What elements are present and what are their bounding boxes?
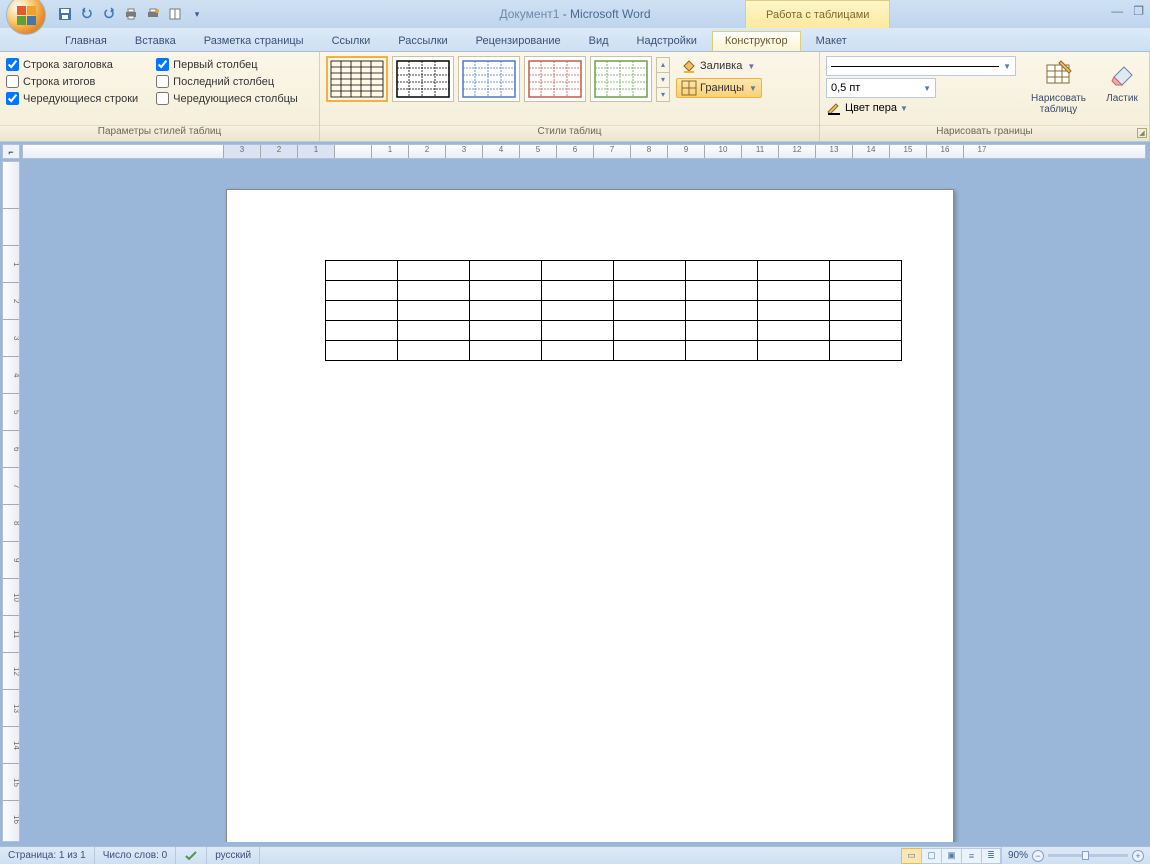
tab-home[interactable]: Главная bbox=[52, 31, 120, 51]
tab-mailings[interactable]: Рассылки bbox=[385, 31, 460, 51]
table-style-3[interactable] bbox=[458, 56, 520, 102]
document-table[interactable] bbox=[325, 260, 902, 361]
check-first-column-label: Первый столбец bbox=[173, 59, 257, 71]
check-total-row-label: Строка итогов bbox=[23, 76, 95, 88]
zoom-out-icon[interactable]: − bbox=[1032, 850, 1044, 862]
save-icon[interactable] bbox=[56, 5, 74, 23]
group-label-draw-borders: Нарисовать границы ◢ bbox=[820, 125, 1149, 141]
title-bar: ▾ Документ1 - Microsoft Word Работа с та… bbox=[0, 0, 1150, 28]
ribbon: Строка заголовка Первый столбец Строка и… bbox=[0, 52, 1150, 142]
preview-icon[interactable] bbox=[166, 5, 184, 23]
horizontal-ruler[interactable]: 3211234567891011121314151617 bbox=[22, 144, 1146, 159]
check-banded-columns[interactable]: Чередующиеся столбцы bbox=[156, 92, 298, 105]
tab-addins[interactable]: Надстройки bbox=[624, 31, 710, 51]
draw-borders-label-text: Нарисовать границы bbox=[936, 126, 1033, 137]
check-last-column-label: Последний столбец bbox=[173, 76, 274, 88]
check-banded-rows-label: Чередующиеся строки bbox=[23, 93, 138, 105]
tab-insert[interactable]: Вставка bbox=[122, 31, 189, 51]
table-style-2[interactable] bbox=[392, 56, 454, 102]
shading-button[interactable]: Заливка▼ bbox=[676, 56, 762, 76]
gallery-more-icon[interactable]: ▾ bbox=[656, 87, 670, 102]
table-style-gallery: ▴ ▾ ▾ bbox=[326, 56, 670, 102]
borders-label: Границы bbox=[700, 82, 744, 94]
paint-bucket-icon bbox=[681, 58, 697, 74]
gallery-down-icon[interactable]: ▾ bbox=[656, 72, 670, 87]
minimize-icon[interactable]: — bbox=[1111, 4, 1123, 18]
status-proofing[interactable] bbox=[176, 847, 207, 864]
zoom-control: 90% − + bbox=[1001, 847, 1150, 864]
gallery-up-icon[interactable]: ▴ bbox=[656, 57, 670, 72]
group-draw-borders: ▼ 0,5 пт▼ Цвет пера▼ Нарисовать таблицу … bbox=[820, 52, 1150, 141]
draw-table-button[interactable]: Нарисовать таблицу bbox=[1022, 56, 1095, 118]
line-weight-value: 0,5 пт bbox=[831, 82, 860, 94]
window-controls: — ❐ bbox=[1111, 4, 1144, 18]
eraser-label: Ластик bbox=[1106, 93, 1138, 104]
check-first-column[interactable]: Первый столбец bbox=[156, 58, 298, 71]
check-total-row[interactable]: Строка итогов bbox=[6, 75, 138, 88]
quick-access-toolbar: ▾ bbox=[56, 0, 206, 28]
pen-color-label: Цвет пера bbox=[845, 102, 897, 114]
tab-references[interactable]: Ссылки bbox=[319, 31, 384, 51]
eraser-button[interactable]: Ластик bbox=[1101, 56, 1143, 107]
status-word-count[interactable]: Число слов: 0 bbox=[95, 847, 176, 864]
pen-color-button[interactable]: Цвет пера▼ bbox=[826, 100, 1016, 116]
style-gallery-scroll: ▴ ▾ ▾ bbox=[656, 57, 670, 102]
shading-label: Заливка bbox=[700, 60, 742, 72]
view-print-layout-icon[interactable]: ▭ bbox=[901, 848, 921, 864]
undo-icon[interactable] bbox=[78, 5, 96, 23]
view-outline-icon[interactable]: ≡ bbox=[961, 848, 981, 864]
line-weight-combo[interactable]: 0,5 пт▼ bbox=[826, 78, 936, 98]
document-name: Документ1 bbox=[499, 7, 559, 21]
tab-table-layout[interactable]: Макет bbox=[803, 31, 860, 51]
line-style-combo[interactable]: ▼ bbox=[826, 56, 1016, 76]
borders-icon bbox=[681, 80, 697, 96]
table-style-5[interactable] bbox=[590, 56, 652, 102]
check-banded-rows[interactable]: Чередующиеся строки bbox=[6, 92, 138, 105]
pen-icon bbox=[826, 100, 842, 116]
tab-selector[interactable]: ⌐ bbox=[2, 144, 20, 159]
qat-customize-icon[interactable]: ▾ bbox=[188, 5, 206, 23]
document-viewport[interactable] bbox=[24, 161, 1146, 842]
app-name: Microsoft Word bbox=[570, 7, 650, 21]
quick-print-icon[interactable] bbox=[144, 5, 162, 23]
table-style-4[interactable] bbox=[524, 56, 586, 102]
check-header-row-label: Строка заголовка bbox=[23, 59, 113, 71]
page bbox=[226, 189, 954, 842]
contextual-tab-title: Работа с таблицами bbox=[745, 0, 890, 28]
view-buttons: ▭ ▢ ▣ ≡ ≣ bbox=[901, 848, 1001, 864]
redo-icon[interactable] bbox=[100, 5, 118, 23]
tab-review[interactable]: Рецензирование bbox=[463, 31, 574, 51]
check-banded-columns-label: Чередующиеся столбцы bbox=[173, 93, 298, 105]
ribbon-tabs: Главная Вставка Разметка страницы Ссылки… bbox=[0, 28, 1150, 52]
zoom-value[interactable]: 90% bbox=[1008, 850, 1028, 861]
group-label-table-styles: Стили таблиц bbox=[320, 125, 819, 141]
draw-table-label: Нарисовать таблицу bbox=[1027, 93, 1090, 115]
dialog-launcher-icon[interactable]: ◢ bbox=[1137, 128, 1147, 138]
zoom-slider[interactable] bbox=[1048, 854, 1128, 857]
print-icon[interactable] bbox=[122, 5, 140, 23]
check-last-column[interactable]: Последний столбец bbox=[156, 75, 298, 88]
borders-button[interactable]: Границы▼ bbox=[676, 78, 762, 98]
table-style-1[interactable] bbox=[326, 56, 388, 102]
vertical-ruler[interactable]: 12345678910111213141516 bbox=[2, 161, 20, 842]
status-page[interactable]: Страница: 1 из 1 bbox=[0, 847, 95, 864]
group-table-styles: ▴ ▾ ▾ Заливка▼ Границы▼ Стили таблиц bbox=[320, 52, 820, 141]
view-web-icon[interactable]: ▣ bbox=[941, 848, 961, 864]
document-area: ⌐ 3211234567891011121314151617 123456789… bbox=[0, 142, 1150, 846]
status-language[interactable]: русский bbox=[207, 847, 260, 864]
status-bar: Страница: 1 из 1 Число слов: 0 русский ▭… bbox=[0, 846, 1150, 864]
view-draft-icon[interactable]: ≣ bbox=[981, 848, 1001, 864]
group-table-style-options: Строка заголовка Первый столбец Строка и… bbox=[0, 52, 320, 141]
tab-page-layout[interactable]: Разметка страницы bbox=[191, 31, 317, 51]
view-full-screen-icon[interactable]: ▢ bbox=[921, 848, 941, 864]
group-label-style-options: Параметры стилей таблиц bbox=[0, 125, 319, 141]
check-header-row[interactable]: Строка заголовка bbox=[6, 58, 138, 71]
tab-table-design[interactable]: Конструктор bbox=[712, 31, 801, 51]
restore-icon[interactable]: ❐ bbox=[1133, 4, 1144, 18]
tab-view[interactable]: Вид bbox=[576, 31, 622, 51]
proofing-icon bbox=[184, 850, 198, 862]
zoom-in-icon[interactable]: + bbox=[1132, 850, 1144, 862]
